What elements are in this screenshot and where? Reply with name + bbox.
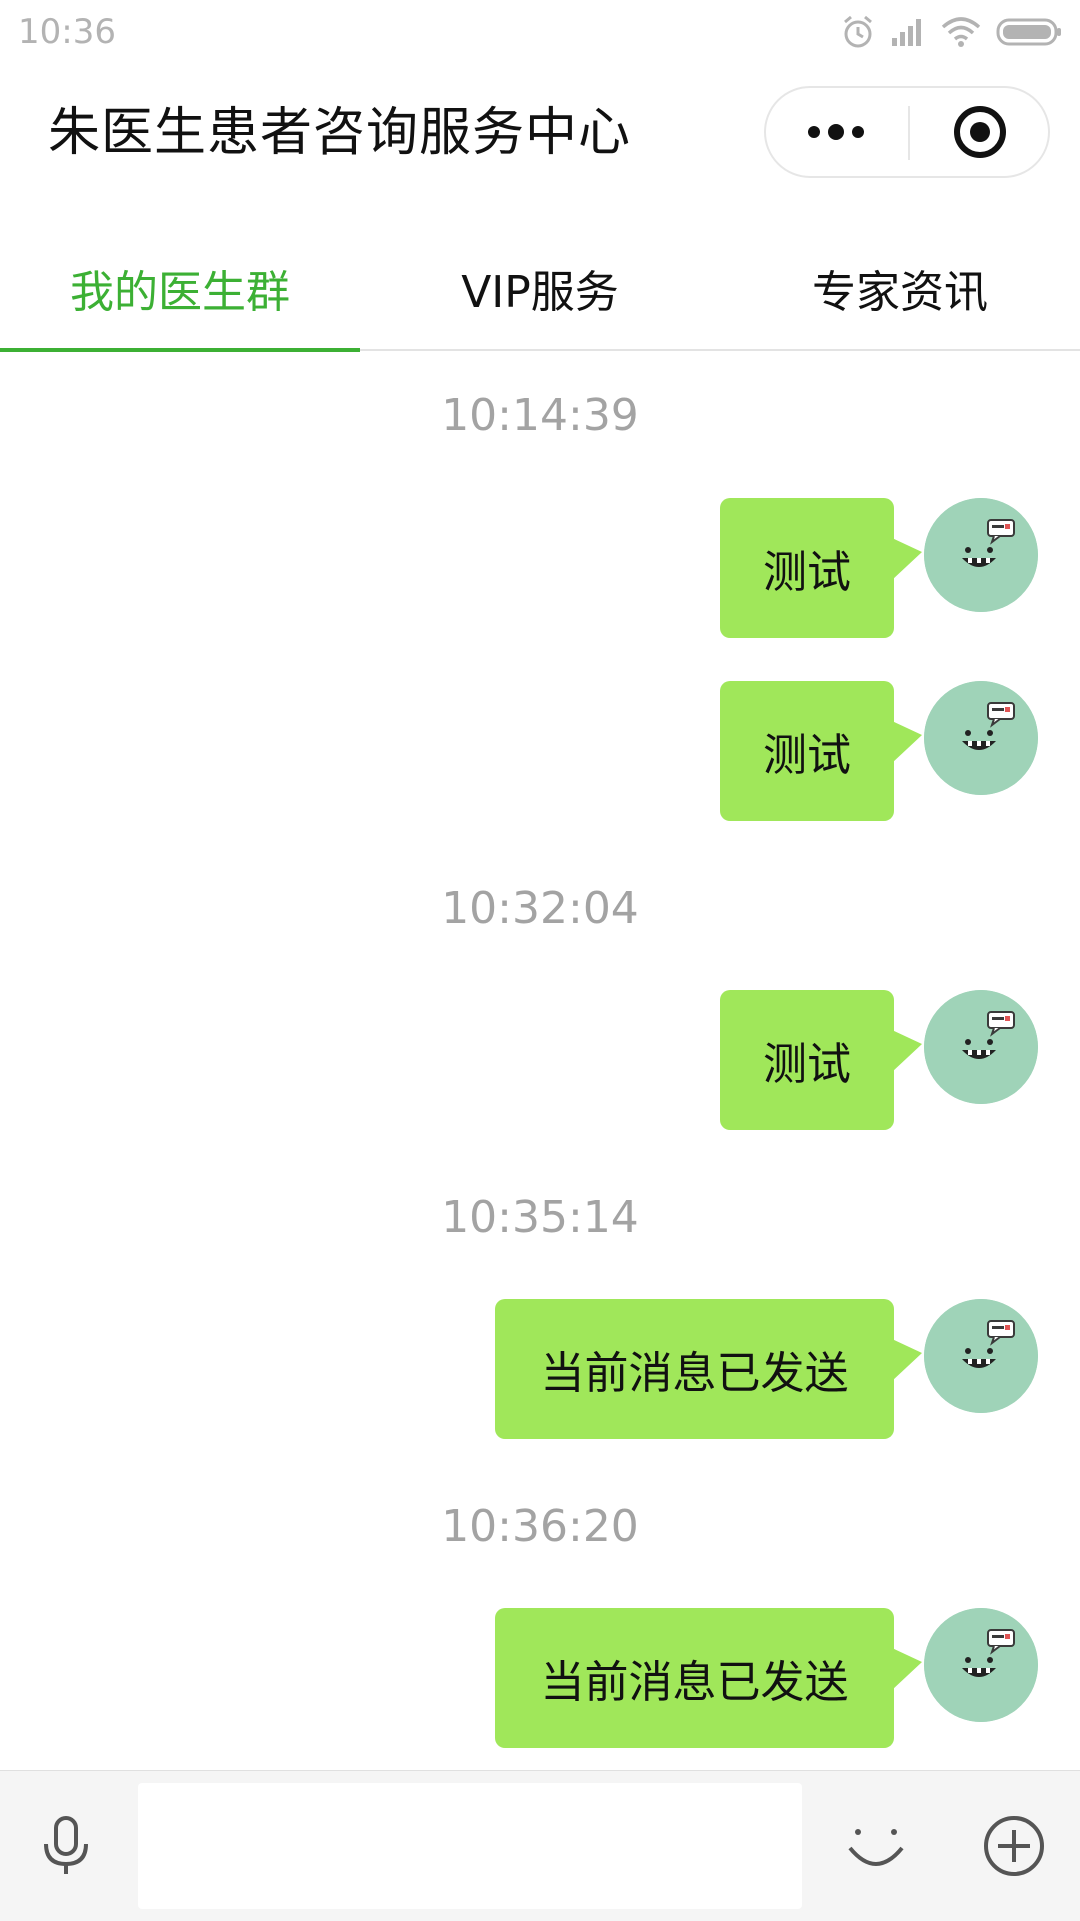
cartoon-face-icon <box>924 681 1038 795</box>
battery-icon <box>996 18 1061 46</box>
cartoon-face-icon <box>924 990 1038 1104</box>
message-timestamp: 10:14:39 <box>441 390 639 441</box>
avatar[interactable] <box>924 1299 1038 1413</box>
message-bubble[interactable]: 测试 <box>720 498 922 638</box>
avatar[interactable] <box>924 681 1038 795</box>
message-bubble[interactable]: 当前消息已发送 <box>495 1299 922 1439</box>
emoji-button[interactable] <box>836 1806 916 1886</box>
tab-expert-news[interactable]: 专家资讯 <box>720 228 1080 348</box>
record-icon <box>954 106 1006 158</box>
cartoon-face-icon <box>924 1299 1038 1413</box>
avatar[interactable] <box>924 498 1038 612</box>
voice-button[interactable] <box>26 1806 106 1886</box>
more-button[interactable] <box>766 88 906 176</box>
cartoon-face-icon <box>924 1608 1038 1722</box>
tab-my-doctor-group[interactable]: 我的医生群 <box>0 228 360 348</box>
message-input[interactable] <box>138 1783 802 1909</box>
avatar[interactable] <box>924 1608 1038 1722</box>
add-icon <box>984 1816 1044 1876</box>
page-title: 朱医生患者咨询服务中心 <box>48 103 632 163</box>
alarm-icon <box>844 15 872 48</box>
tab-vip-service[interactable]: VIP服务 <box>360 228 720 348</box>
message-bubble[interactable]: 测试 <box>720 681 922 821</box>
wifi-icon <box>941 17 981 47</box>
capsule-menu <box>764 86 1050 178</box>
message-timestamp: 10:32:04 <box>441 883 639 934</box>
more-icon <box>808 124 864 140</box>
input-bar <box>0 1770 1080 1921</box>
add-button[interactable] <box>974 1806 1054 1886</box>
microphone-icon <box>44 1816 88 1874</box>
status-bar: 10:36 <box>0 0 1080 64</box>
emoji-icon <box>848 1829 904 1866</box>
close-miniprogram-button[interactable] <box>910 88 1050 176</box>
status-time: 10:36 <box>18 12 116 52</box>
status-icons <box>840 12 1062 52</box>
message-timestamp: 10:35:14 <box>441 1192 639 1243</box>
message-timestamp: 10:36:20 <box>441 1501 639 1552</box>
tab-bar: 我的医生群 VIP服务 专家资讯 <box>0 228 1080 348</box>
avatar[interactable] <box>924 990 1038 1104</box>
tab-active-indicator <box>0 348 360 352</box>
message-bubble[interactable]: 当前消息已发送 <box>495 1608 922 1748</box>
message-bubble[interactable]: 测试 <box>720 990 922 1130</box>
signal-icon <box>892 19 921 46</box>
cartoon-face-icon <box>924 498 1038 612</box>
